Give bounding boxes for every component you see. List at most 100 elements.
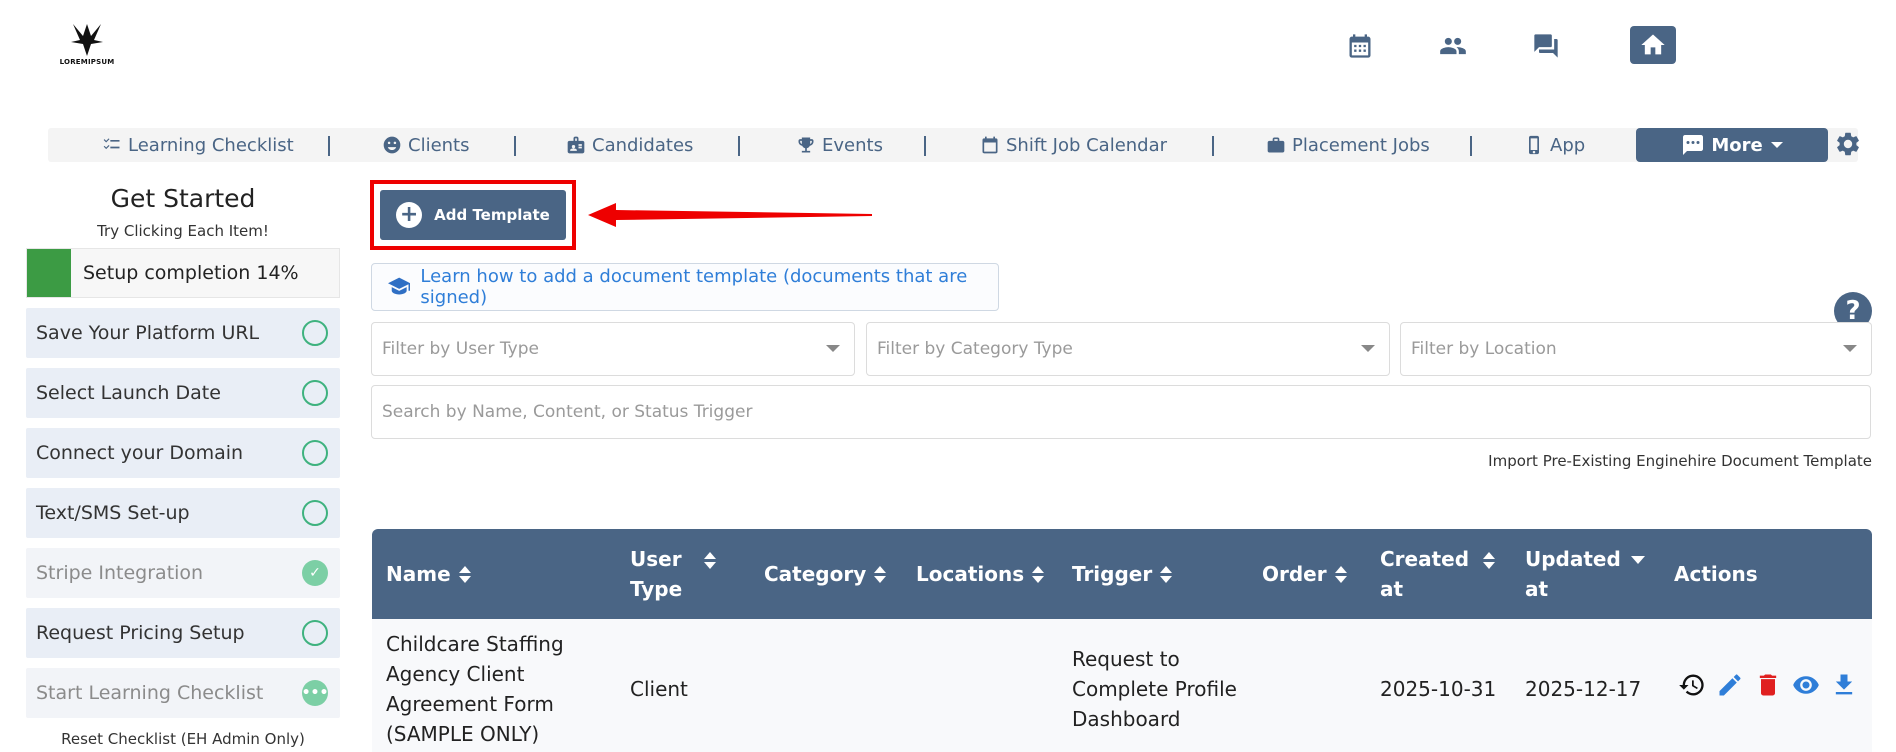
check-circle-icon: ✓ [302, 560, 328, 586]
edit-button[interactable] [1716, 671, 1744, 703]
column-header-locations[interactable]: Locations [916, 529, 1045, 619]
column-header-updated-at[interactable]: Updated at [1525, 529, 1645, 619]
logo-text: LOREMIPSUM [59, 58, 115, 66]
column-label: Locations [916, 562, 1025, 586]
checklist-item-sms[interactable]: Text/SMS Set-up [26, 488, 340, 538]
plus-circle-icon: + [396, 202, 423, 228]
column-header-user-type[interactable]: User Type [630, 529, 717, 619]
calendar-icon [982, 136, 998, 154]
home-icon [1641, 34, 1665, 55]
nav-divider [328, 136, 330, 156]
delete-button[interactable] [1754, 671, 1782, 703]
sidebar-subtitle: Try Clicking Each Item! [97, 222, 269, 240]
nav-app[interactable]: App [1524, 128, 1585, 162]
chevron-down-icon [1843, 345, 1857, 352]
main-navbar: Learning Checklist Clients Candidates Ev… [48, 128, 1859, 162]
company-logo[interactable]: LOREMIPSUM [59, 18, 115, 74]
nav-label: Learning Checklist [128, 134, 294, 156]
sort-desc-icon [1630, 556, 1645, 564]
filter-placeholder: Filter by Location [1411, 339, 1557, 359]
badge-icon [567, 136, 585, 154]
message-icon [1683, 135, 1704, 155]
checklist-item-label: Stripe Integration [36, 562, 204, 584]
row-actions [1678, 671, 1858, 703]
nav-more-dropdown[interactable]: More [1636, 128, 1828, 162]
checklist-item-domain[interactable]: Connect your Domain [26, 428, 340, 478]
circle-outline-icon [302, 320, 328, 346]
ellipsis-circle-icon: ••• [302, 680, 328, 706]
nav-events[interactable]: Events [796, 128, 883, 162]
home-nav-button[interactable] [1630, 26, 1676, 64]
add-template-button[interactable]: + Add Template [380, 190, 566, 240]
chevron-down-icon [826, 345, 840, 352]
column-header-trigger[interactable]: Trigger [1072, 529, 1173, 619]
column-header-order[interactable]: Order [1262, 529, 1347, 619]
pencil-icon [1719, 674, 1741, 696]
column-header-created-at[interactable]: Created at [1380, 529, 1496, 619]
checklist-item-pricing[interactable]: Request Pricing Setup [26, 608, 340, 658]
setup-progress: Setup completion 14% [26, 248, 340, 298]
nav-placement-jobs[interactable]: Placement Jobs [1266, 128, 1430, 162]
checklist-item-platform-url[interactable]: Save Your Platform URL [26, 308, 340, 358]
column-label: User Type [630, 547, 683, 601]
chat-icon [1534, 34, 1558, 58]
filter-placeholder: Filter by User Type [382, 339, 539, 359]
nav-clients[interactable]: Clients [382, 128, 470, 162]
get-started-sidebar: Get Started Try Clicking Each Item! Setu… [26, 182, 340, 748]
cell-name: Childcare Staffing Agency Client Agreeme… [386, 632, 564, 746]
download-button[interactable] [1830, 671, 1858, 703]
checklist-item-label: Connect your Domain [36, 442, 244, 464]
progress-fill [27, 249, 71, 297]
search-input[interactable] [371, 385, 1871, 439]
column-label: Trigger [1072, 562, 1153, 586]
people-nav-button[interactable] [1431, 26, 1475, 66]
filter-category-select[interactable]: Filter by Category Type [866, 322, 1390, 376]
reset-checklist-link[interactable]: Reset Checklist (EH Admin Only) [26, 730, 340, 748]
history-icon [1679, 674, 1704, 696]
red-arrow-annotation [588, 203, 872, 227]
chevron-down-icon [1770, 142, 1783, 148]
column-header-category[interactable]: Category [764, 529, 887, 619]
calendar-nav-button[interactable] [1338, 26, 1382, 66]
column-label: Name [386, 562, 451, 586]
clients-icon [383, 136, 401, 154]
sort-icon [1160, 565, 1173, 583]
gear-icon [1837, 132, 1859, 156]
nav-label: Events [822, 134, 883, 156]
checklist-item-learning[interactable]: Start Learning Checklist ••• [26, 668, 340, 718]
column-label: Order [1262, 562, 1327, 586]
preview-button[interactable] [1792, 671, 1820, 703]
nav-divider [1212, 136, 1214, 156]
learn-how-label: Learn how to add a document template (do… [420, 266, 968, 308]
history-button[interactable] [1678, 671, 1706, 703]
nav-learning-checklist[interactable]: Learning Checklist [102, 128, 294, 162]
templates-table: Name User Type Category Locations Trigger… [372, 529, 1872, 752]
nav-shift-job-calendar[interactable]: Shift Job Calendar [980, 128, 1167, 162]
filter-user-type-select[interactable]: Filter by User Type [371, 322, 855, 376]
messages-nav-button[interactable] [1524, 26, 1568, 66]
settings-button[interactable] [1834, 130, 1864, 160]
filter-location-select[interactable]: Filter by Location [1400, 322, 1872, 376]
nav-candidates[interactable]: Candidates [566, 128, 693, 162]
learn-how-link[interactable]: Learn how to add a document template (do… [371, 263, 999, 311]
sort-icon [1032, 565, 1045, 583]
checklist-item-stripe[interactable]: Stripe Integration ✓ [26, 548, 340, 598]
cell-user-type: Client [630, 677, 688, 701]
logo-emblem-icon [71, 24, 103, 56]
cell-trigger: Request to Complete Profile Dashboard [1072, 647, 1237, 731]
sort-icon [874, 565, 887, 583]
checklist-item-label: Save Your Platform URL [36, 322, 260, 344]
nav-label: Candidates [592, 134, 694, 156]
column-header-name[interactable]: Name [386, 529, 471, 619]
column-label: Actions [1674, 562, 1758, 586]
column-header-actions: Actions [1674, 529, 1758, 619]
calendar-icon [1349, 34, 1371, 58]
nav-more-label: More [1711, 134, 1763, 156]
checklist-item-launch-date[interactable]: Select Launch Date [26, 368, 340, 418]
import-template-link[interactable]: Import Pre-Existing Enginehire Document … [1488, 452, 1872, 470]
column-label: Category [764, 562, 867, 586]
nav-label: Placement Jobs [1292, 134, 1430, 156]
nav-divider [924, 136, 926, 156]
add-template-label: Add Template [434, 206, 550, 224]
briefcase-icon [1267, 137, 1285, 153]
